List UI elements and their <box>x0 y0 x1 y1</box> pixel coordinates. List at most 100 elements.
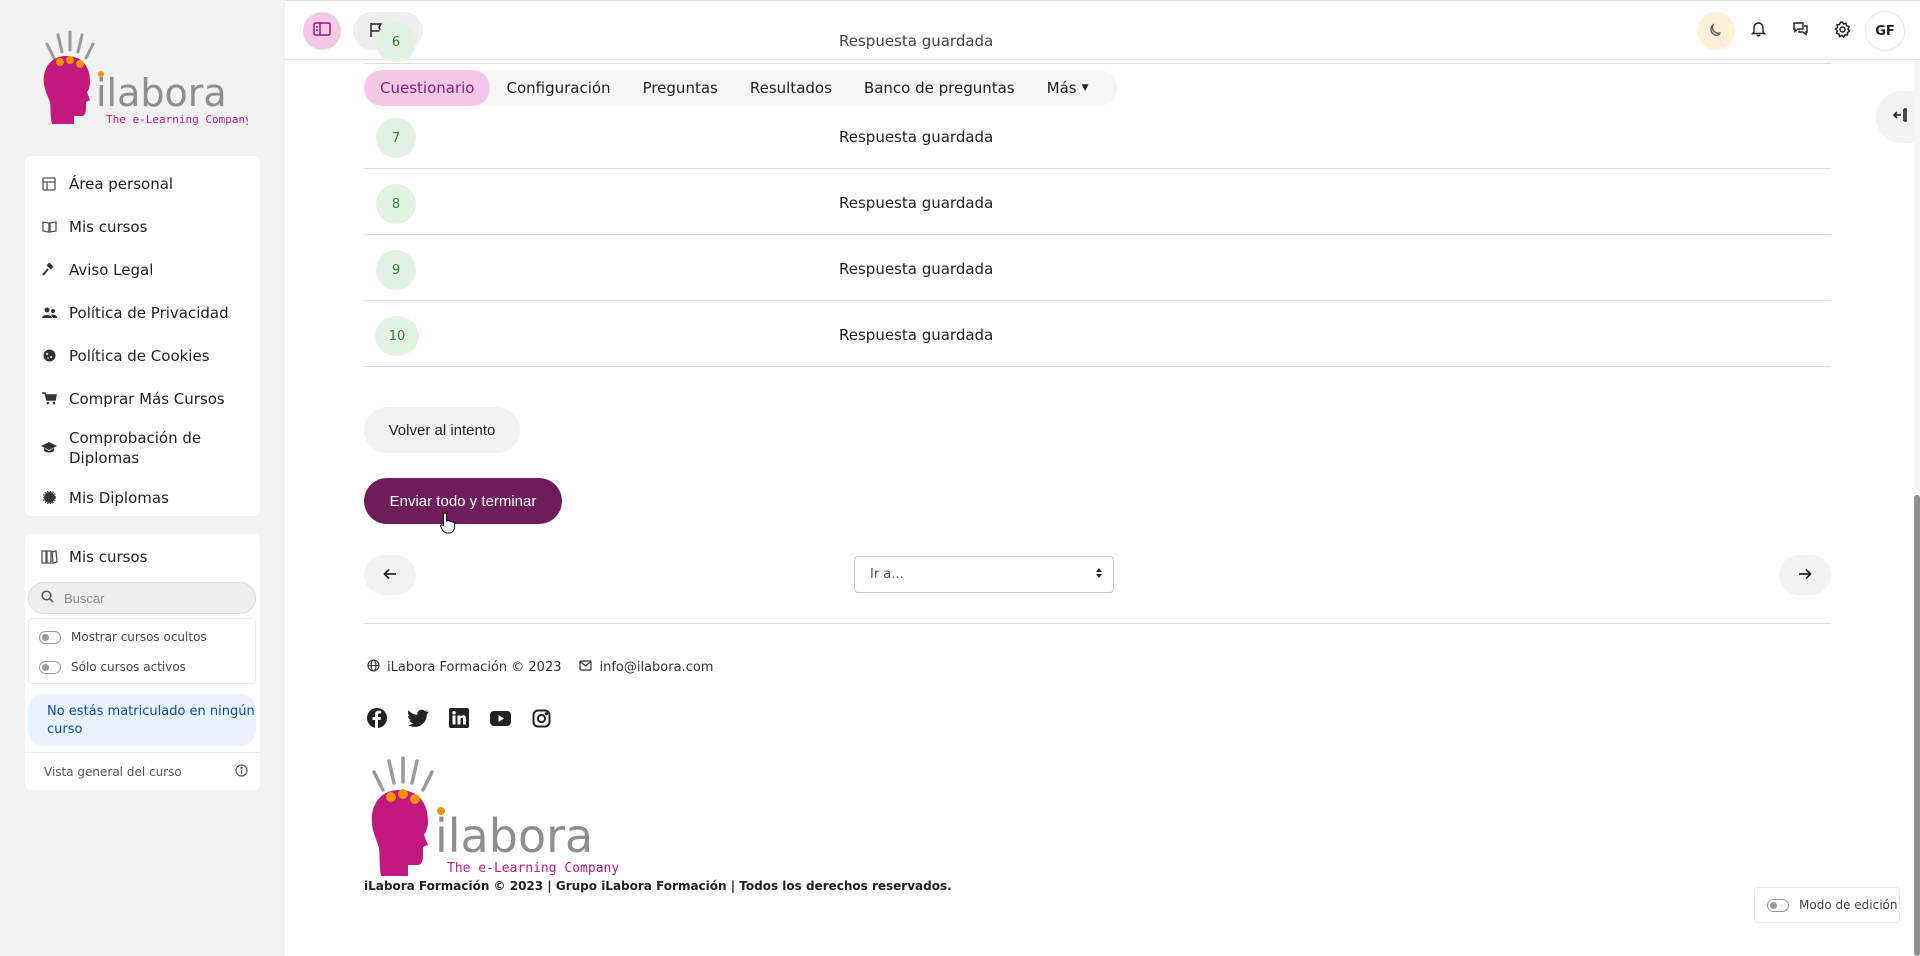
no-courses-notice: No estás matriculado en ningún curso <box>28 694 256 746</box>
nav-label: Política de Cookies <box>69 346 210 365</box>
nav-comprobacion-diplomas[interactable]: Comprobación de Diplomas <box>25 420 260 476</box>
summary-row: 8 Respuesta guardada <box>364 169 1831 235</box>
nav-label: Mis cursos <box>69 217 148 236</box>
my-courses-block: Mis cursos Mostrar cursos ocultos Sólo c… <box>25 534 260 790</box>
summary-row: 7 Respuesta guardada <box>364 103 1831 169</box>
edit-mode-toggle[interactable]: Modo de edición <box>1754 887 1900 923</box>
nav-label: Área personal <box>69 174 174 193</box>
user-avatar[interactable]: GF <box>1865 11 1905 51</box>
tab-cuestionario[interactable]: Cuestionario <box>364 70 491 106</box>
search-input[interactable] <box>64 590 234 606</box>
question-number[interactable]: 10 <box>375 316 419 356</box>
question-number[interactable]: 6 <box>376 22 416 62</box>
summary-row: 10 Respuesta guardada <box>364 301 1831 367</box>
copyright-text: iLabora Formación © 2023 | Grupo iLabora… <box>364 879 952 893</box>
tab-configuracion[interactable]: Configuración <box>490 70 626 106</box>
dashboard-icon <box>41 176 57 192</box>
toggle-switch[interactable] <box>39 630 61 644</box>
company-text: iLabora Formación © 2023 <box>387 660 562 675</box>
nav-label: Comprar Más Cursos <box>69 389 225 408</box>
nav-aviso-legal[interactable]: Aviso Legal <box>25 248 260 291</box>
nav-label: Comprobación de Diplomas <box>69 429 202 467</box>
summary-row: 9 Respuesta guardada <box>364 235 1831 301</box>
nav-comprar-cursos[interactable]: Comprar Más Cursos <box>25 377 260 420</box>
question-status: Respuesta guardada <box>839 326 994 344</box>
nav-mis-diplomas[interactable]: Mis Diplomas <box>25 476 260 519</box>
nav-label: Política de Privacidad <box>69 303 229 322</box>
tab-banco-preguntas[interactable]: Banco de preguntas <box>848 70 1031 106</box>
footer-logo-tagline: The e-Learning Company <box>447 861 619 876</box>
youtube-icon[interactable] <box>489 707 511 729</box>
my-courses-title: Mis cursos <box>69 548 148 566</box>
arrow-left-icon <box>383 566 397 584</box>
linkedin-icon[interactable] <box>448 707 470 729</box>
gavel-icon <box>41 262 57 278</box>
question-status: Respuesta guardada <box>839 260 994 278</box>
course-overview-link[interactable]: Vista general del curso <box>25 752 260 790</box>
question-status: Respuesta guardada <box>839 194 994 212</box>
jump-to-select[interactable]: Ir a... <box>854 556 1114 593</box>
my-courses-header: Mis cursos <box>25 534 260 580</box>
cart-icon <box>41 391 57 407</box>
graduation-cap-icon <box>41 440 57 456</box>
twitter-icon[interactable] <box>407 707 429 729</box>
return-to-attempt-button[interactable]: Volver al intento <box>364 407 520 453</box>
toggle-active-courses[interactable]: Sólo cursos activos <box>29 652 255 682</box>
toggle-label: Mostrar cursos ocultos <box>71 630 207 644</box>
caret-down-icon: ▼ <box>1081 83 1089 93</box>
edit-mode-label: Modo de edición <box>1799 898 1898 912</box>
question-number[interactable]: 7 <box>376 118 416 158</box>
nav-politica-cookies[interactable]: Política de Cookies <box>25 334 260 377</box>
main-content: 6 Respuesta guardada Cuestionario Config… <box>285 22 1920 956</box>
nav-label: Mis Diplomas <box>69 488 169 507</box>
nav-politica-privacidad[interactable]: Política de Privacidad <box>25 291 260 334</box>
tab-preguntas[interactable]: Preguntas <box>627 70 734 106</box>
cookie-icon <box>41 348 57 364</box>
footer-email[interactable]: info@ilabora.com <box>579 660 713 675</box>
instagram-icon[interactable] <box>530 707 552 729</box>
next-page-button[interactable] <box>1779 555 1831 595</box>
nav-area-personal[interactable]: Área personal <box>25 162 260 205</box>
main-navigation: Área personal Mis cursos Aviso Legal Pol… <box>25 156 260 516</box>
ilabora-logo[interactable]: ilabora The e-Learning Company <box>38 26 252 128</box>
scrollbar-thumb[interactable] <box>1914 495 1920 956</box>
tab-mas[interactable]: Más ▼ <box>1031 70 1105 106</box>
footer-company[interactable]: iLabora Formación © 2023 <box>367 659 561 676</box>
question-number[interactable]: 9 <box>376 250 416 290</box>
toggle-hidden-courses[interactable]: Mostrar cursos ocultos <box>29 622 255 652</box>
course-search[interactable] <box>28 582 256 614</box>
info-icon[interactable] <box>235 763 248 780</box>
select-arrows-icon <box>1095 567 1103 583</box>
toggle-switch[interactable] <box>1767 898 1789 912</box>
tab-resultados[interactable]: Resultados <box>734 70 848 106</box>
toggle-switch[interactable] <box>39 660 61 674</box>
panel-open-icon <box>1892 107 1908 127</box>
course-filters: Mostrar cursos ocultos Sólo cursos activ… <box>28 618 256 684</box>
logo-wordmark: ilabora <box>96 71 227 115</box>
footer-divider <box>364 623 1831 624</box>
overview-label: Vista general del curso <box>44 764 182 779</box>
email-text: info@ilabora.com <box>599 660 714 675</box>
nav-mis-cursos[interactable]: Mis cursos <box>25 205 260 248</box>
submit-all-button[interactable]: Enviar todo y terminar <box>364 478 562 524</box>
globe-icon <box>367 659 387 676</box>
facebook-icon[interactable] <box>366 707 388 729</box>
previous-page-button[interactable] <box>364 555 416 595</box>
jump-to-value: Ir a... <box>870 567 904 582</box>
question-number[interactable]: 8 <box>376 184 416 224</box>
drawer-toggle-button[interactable] <box>303 12 341 50</box>
courses-icon <box>41 549 59 565</box>
left-sidebar: ilabora The e-Learning Company Área pers… <box>0 0 285 956</box>
footer-logo: ilabora The e-Learning Company <box>365 752 625 882</box>
question-status: Respuesta guardada <box>839 128 994 146</box>
nav-label: Aviso Legal <box>69 260 154 279</box>
book-icon <box>41 219 57 235</box>
secondary-navigation: Cuestionario Configuración Preguntas Res… <box>364 70 1117 106</box>
arrow-right-icon <box>1798 566 1812 584</box>
tab-label: Más <box>1046 79 1077 97</box>
footer-contact: iLabora Formación © 2023 info@ilabora.co… <box>367 659 731 676</box>
toggle-label: Sólo cursos activos <box>71 660 186 674</box>
logo-tagline: The e-Learning Company <box>106 113 248 126</box>
mail-icon <box>579 660 599 675</box>
sidebar-toggle-icon <box>313 22 331 40</box>
